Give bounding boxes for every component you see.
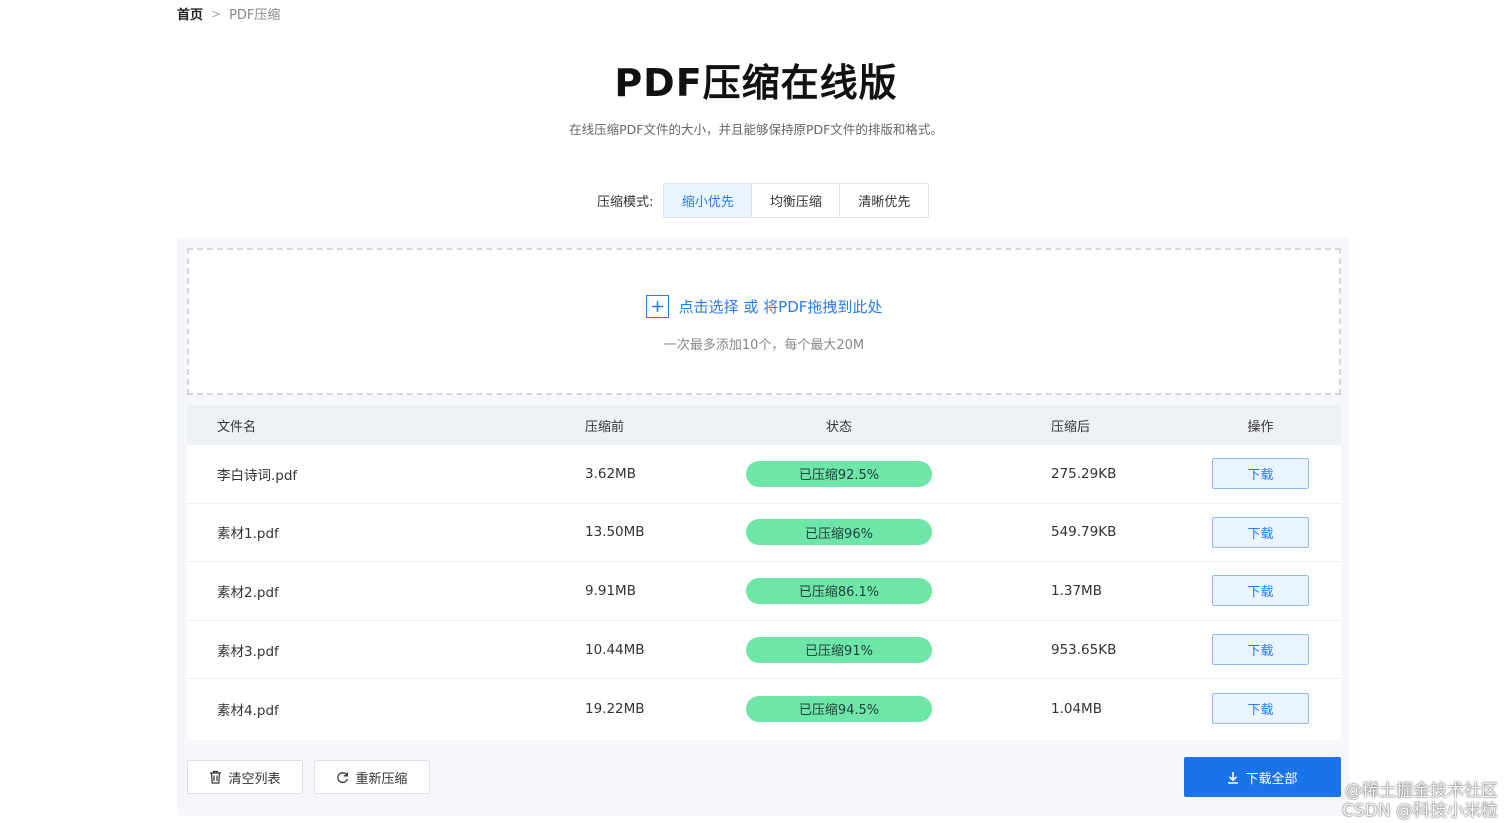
status-badge: 已压缩94.5% — [746, 695, 932, 722]
table-row: 素材3.pdf 10.44MB 已压缩91% 953.65KB 下载 — [187, 621, 1341, 680]
size-before: 9.91MB — [585, 582, 636, 599]
clear-list-button[interactable]: 清空列表 — [187, 760, 303, 794]
page-subtitle: 在线压缩PDF文件的大小，并且能够保持原PDF文件的排版和格式。 — [569, 122, 943, 137]
breadcrumb-home-link[interactable]: 首页 — [177, 4, 203, 23]
file-name: 素材2.pdf — [217, 584, 279, 601]
file-name: 素材1.pdf — [217, 526, 279, 543]
status-badge: 已压缩96% — [746, 519, 932, 546]
breadcrumb: 首页 > PDF压缩 — [177, 4, 281, 24]
download-button[interactable]: 下载 — [1212, 693, 1309, 725]
size-before: 19.22MB — [585, 700, 645, 717]
mode-option-balanced[interactable]: 均衡压缩 — [752, 184, 841, 217]
size-after: 275.29KB — [1051, 465, 1117, 482]
status-cell: 已压缩96% — [746, 504, 932, 562]
table-header: 文件名 压缩前 状态 压缩后 操作 — [187, 405, 1341, 445]
dropzone-limit-text: 一次最多添加10个，每个最大20M — [663, 338, 865, 353]
compression-mode-group: 缩小优先 均衡压缩 清晰优先 — [663, 183, 930, 218]
recompress-button[interactable]: 重新压缩 — [314, 760, 430, 794]
size-before: 13.50MB — [585, 524, 645, 541]
refresh-icon — [336, 771, 349, 784]
size-after: 1.37MB — [1051, 582, 1102, 599]
file-table: 文件名 压缩前 状态 压缩后 操作 李白诗词.pdf 3.62MB 已压缩92.… — [187, 405, 1341, 740]
download-button[interactable]: 下载 — [1212, 634, 1309, 666]
table-row: 李白诗词.pdf 3.62MB 已压缩92.5% 275.29KB 下载 — [187, 445, 1341, 504]
download-button[interactable]: 下载 — [1212, 575, 1309, 607]
operation-cell: 下载 — [1212, 504, 1309, 562]
table-row: 素材1.pdf 13.50MB 已压缩96% 549.79KB 下载 — [187, 504, 1341, 563]
operation-cell: 下载 — [1212, 679, 1309, 738]
status-badge: 已压缩92.5% — [746, 460, 932, 487]
file-dropzone[interactable]: 点击选择 或 将PDF拖拽到此处 一次最多添加10个，每个最大20M — [187, 248, 1341, 395]
recompress-label: 重新压缩 — [355, 771, 408, 787]
header-filename: 文件名 — [217, 419, 257, 435]
download-all-button[interactable]: 下载全部 — [1184, 757, 1341, 797]
status-cell: 已压缩94.5% — [746, 679, 932, 738]
page-title: PDF压缩在线版 — [614, 61, 898, 105]
header-status: 状态 — [825, 419, 852, 435]
mode-option-smallest[interactable]: 缩小优先 — [664, 184, 753, 217]
download-icon — [1227, 771, 1239, 784]
compression-mode-selector: 压缩模式: 缩小优先 均衡压缩 清晰优先 — [597, 183, 930, 218]
watermark-line-2: CSDN @科技小米粒 — [1342, 801, 1498, 821]
status-cell: 已压缩91% — [746, 621, 932, 679]
size-before: 10.44MB — [585, 641, 645, 658]
download-button[interactable]: 下载 — [1212, 458, 1309, 490]
operation-cell: 下载 — [1212, 562, 1309, 620]
compression-mode-label: 压缩模式: — [597, 195, 654, 210]
status-cell: 已压缩86.1% — [746, 562, 932, 620]
watermark-line-1: @稀土掘金技术社区 — [1345, 781, 1498, 801]
table-row: 素材4.pdf 19.22MB 已压缩94.5% 1.04MB 下载 — [187, 679, 1341, 738]
trash-icon — [209, 770, 222, 784]
header-before: 压缩前 — [585, 419, 625, 435]
file-name: 素材3.pdf — [217, 643, 279, 660]
header-operation: 操作 — [1247, 419, 1274, 435]
size-before: 3.62MB — [585, 465, 636, 482]
download-all-label: 下载全部 — [1245, 771, 1298, 787]
operation-cell: 下载 — [1212, 445, 1309, 503]
plus-icon — [645, 295, 669, 318]
download-button[interactable]: 下载 — [1212, 516, 1309, 548]
size-after: 1.04MB — [1051, 700, 1102, 717]
status-cell: 已压缩92.5% — [746, 445, 932, 503]
file-name: 素材4.pdf — [217, 702, 279, 719]
status-badge: 已压缩86.1% — [746, 577, 932, 604]
mode-option-clarity[interactable]: 清晰优先 — [840, 184, 929, 217]
size-after: 953.65KB — [1051, 641, 1117, 658]
status-badge: 已压缩91% — [746, 636, 932, 663]
operation-cell: 下载 — [1212, 621, 1309, 679]
watermark: @稀土掘金技术社区 CSDN @科技小米粒 — [1342, 781, 1498, 821]
dropzone-main-text: 点击选择 或 将PDF拖拽到此处 — [678, 298, 883, 316]
breadcrumb-current: PDF压缩 — [229, 8, 281, 23]
size-after: 549.79KB — [1051, 524, 1117, 541]
clear-list-label: 清空列表 — [228, 771, 281, 787]
header-after: 压缩后 — [1051, 419, 1091, 435]
table-row: 素材2.pdf 9.91MB 已压缩86.1% 1.37MB 下载 — [187, 562, 1341, 621]
breadcrumb-separator-icon: > — [211, 6, 222, 21]
dropzone-prompt: 点击选择 或 将PDF拖拽到此处 — [645, 295, 883, 318]
file-name: 李白诗词.pdf — [217, 467, 298, 484]
